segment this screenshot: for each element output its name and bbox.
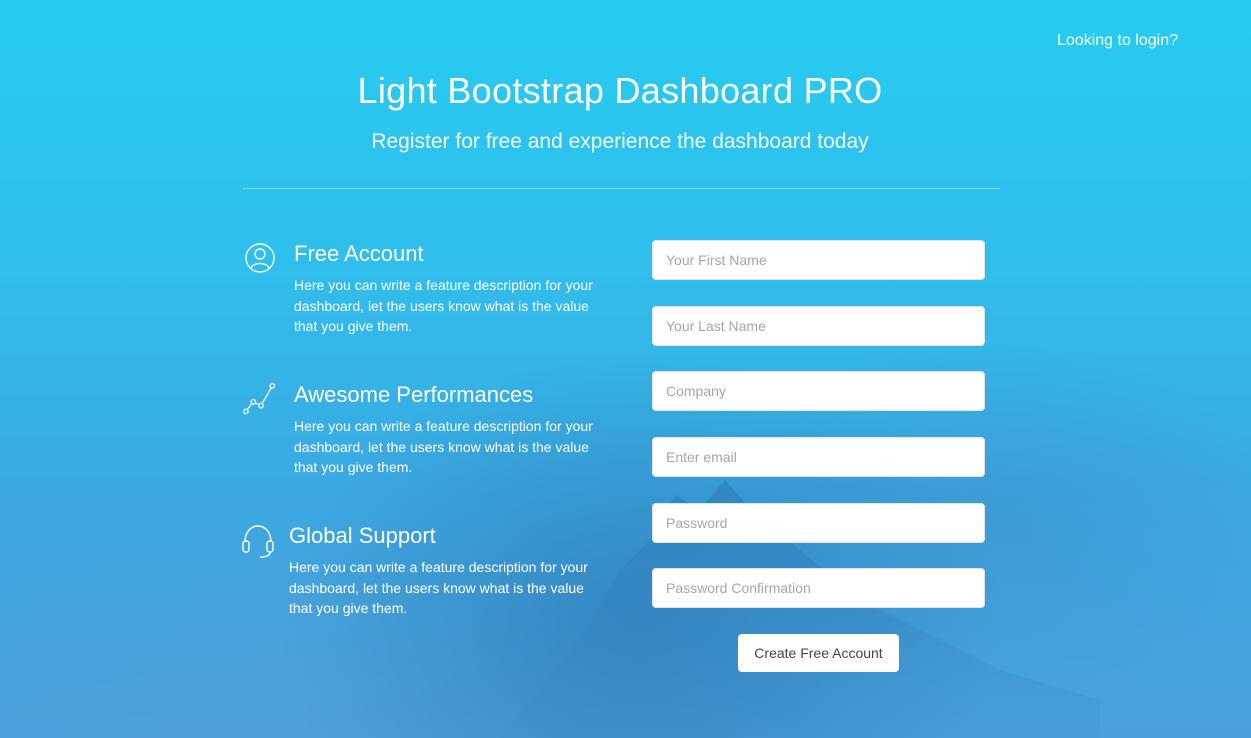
user-circle-icon: [245, 243, 275, 273]
page-title: Light Bootstrap Dashboard PRO: [357, 70, 883, 111]
password-confirm-field[interactable]: [652, 568, 985, 608]
company-field[interactable]: [652, 371, 985, 411]
login-link[interactable]: Looking to login?: [1057, 32, 1178, 50]
feature-title: Awesome Performances: [294, 382, 534, 407]
feature-description: Here you can write a feature description…: [289, 559, 588, 616]
email-field[interactable]: [652, 437, 985, 477]
feature-description: Here you can write a feature description…: [294, 277, 593, 334]
feature-description: Here you can write a feature description…: [294, 418, 593, 475]
last-name-field[interactable]: [652, 306, 985, 346]
feature-title: Global Support: [289, 523, 436, 548]
graph-line-icon: [243, 382, 276, 415]
headset-icon: [242, 525, 274, 558]
feature-title: Free Account: [294, 241, 424, 266]
header-divider: [243, 188, 1000, 189]
password-field[interactable]: [652, 503, 985, 543]
first-name-field[interactable]: [652, 240, 985, 280]
create-account-button[interactable]: Create Free Account: [738, 634, 899, 672]
page-subtitle: Register for free and experience the das…: [371, 130, 869, 153]
